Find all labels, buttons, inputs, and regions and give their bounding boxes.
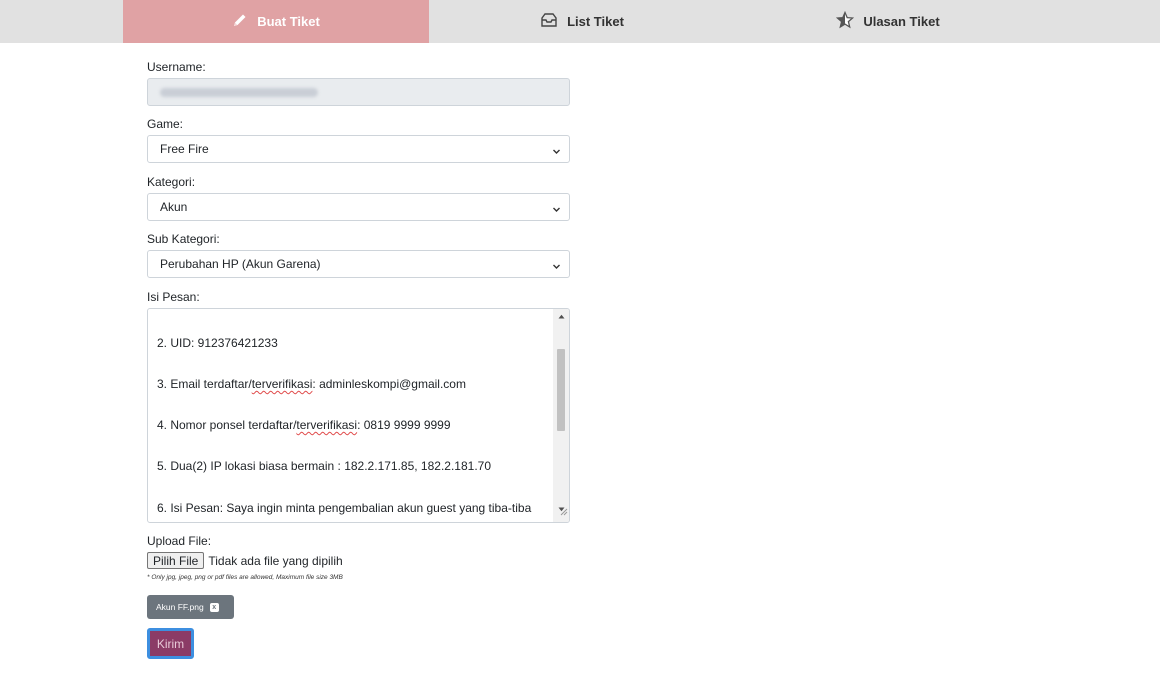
category-value: Akun xyxy=(160,200,188,214)
scroll-up-icon[interactable] xyxy=(553,309,569,323)
message-line: 4. Nomor ponsel terdaftar/terverifikasi:… xyxy=(157,418,451,432)
message-line: 3. Email terdaftar/terverifikasi: adminl… xyxy=(157,377,466,391)
tab-bar: Buat Tiket List Tiket Ulasan Tiket xyxy=(0,0,1160,43)
chevron-down-icon xyxy=(552,145,561,159)
message-line: 5. Dua(2) IP lokasi biasa bermain : 182.… xyxy=(157,459,492,473)
upload-hint: * Only jpg, jpeg, png or pdf files are a… xyxy=(147,574,343,581)
message-textarea[interactable]: 2. UID: 912376421233 3. Email terdaftar/… xyxy=(147,308,570,523)
subcategory-value: Perubahan HP (Akun Garena) xyxy=(160,257,321,271)
upload-label: Upload File: xyxy=(147,534,212,548)
tab-label: Buat Tiket xyxy=(257,14,320,29)
choose-file-button[interactable]: Pilih File xyxy=(147,552,205,569)
pencil-icon xyxy=(232,12,257,31)
redacted-username xyxy=(160,87,318,97)
tab-label: List Tiket xyxy=(567,14,624,29)
username-field xyxy=(147,78,570,106)
username-label: Username: xyxy=(147,60,206,74)
game-value: Free Fire xyxy=(160,142,209,156)
attached-file-name: Akun FF.png xyxy=(156,602,204,612)
tab-buat-tiket[interactable]: Buat Tiket xyxy=(123,0,429,43)
subcategory-label: Sub Kategori: xyxy=(147,232,220,246)
game-label: Game: xyxy=(147,117,184,131)
textarea-scrollbar[interactable] xyxy=(553,309,569,522)
tab-label: Ulasan Tiket xyxy=(863,14,940,29)
category-select[interactable]: Akun xyxy=(147,193,570,221)
inbox-icon xyxy=(540,12,567,31)
remove-file-icon[interactable]: x xyxy=(209,602,219,612)
game-select[interactable]: Free Fire xyxy=(147,135,570,163)
scrollbar-thumb[interactable] xyxy=(557,349,565,431)
category-label: Kategori: xyxy=(147,175,196,189)
star-icon xyxy=(836,10,863,32)
attached-file-chip: Akun FF.png x xyxy=(147,595,234,619)
tab-ulasan-tiket[interactable]: Ulasan Tiket xyxy=(735,0,1041,43)
subcategory-select[interactable]: Perubahan HP (Akun Garena) xyxy=(147,250,570,278)
tab-list-tiket[interactable]: List Tiket xyxy=(429,0,735,43)
chevron-down-icon xyxy=(552,260,561,274)
file-input: Pilih File Tidak ada file yang dipilih xyxy=(147,552,343,569)
message-label: Isi Pesan: xyxy=(147,290,200,304)
message-line: 2. UID: 912376421233 xyxy=(157,336,278,350)
message-line: 6. Isi Pesan: Saya ingin minta pengembal… xyxy=(157,501,532,515)
file-status: Tidak ada file yang dipilih xyxy=(208,553,343,568)
chevron-down-icon xyxy=(552,203,561,217)
submit-button[interactable]: Kirim xyxy=(147,628,194,659)
resize-handle-icon[interactable] xyxy=(559,503,568,521)
